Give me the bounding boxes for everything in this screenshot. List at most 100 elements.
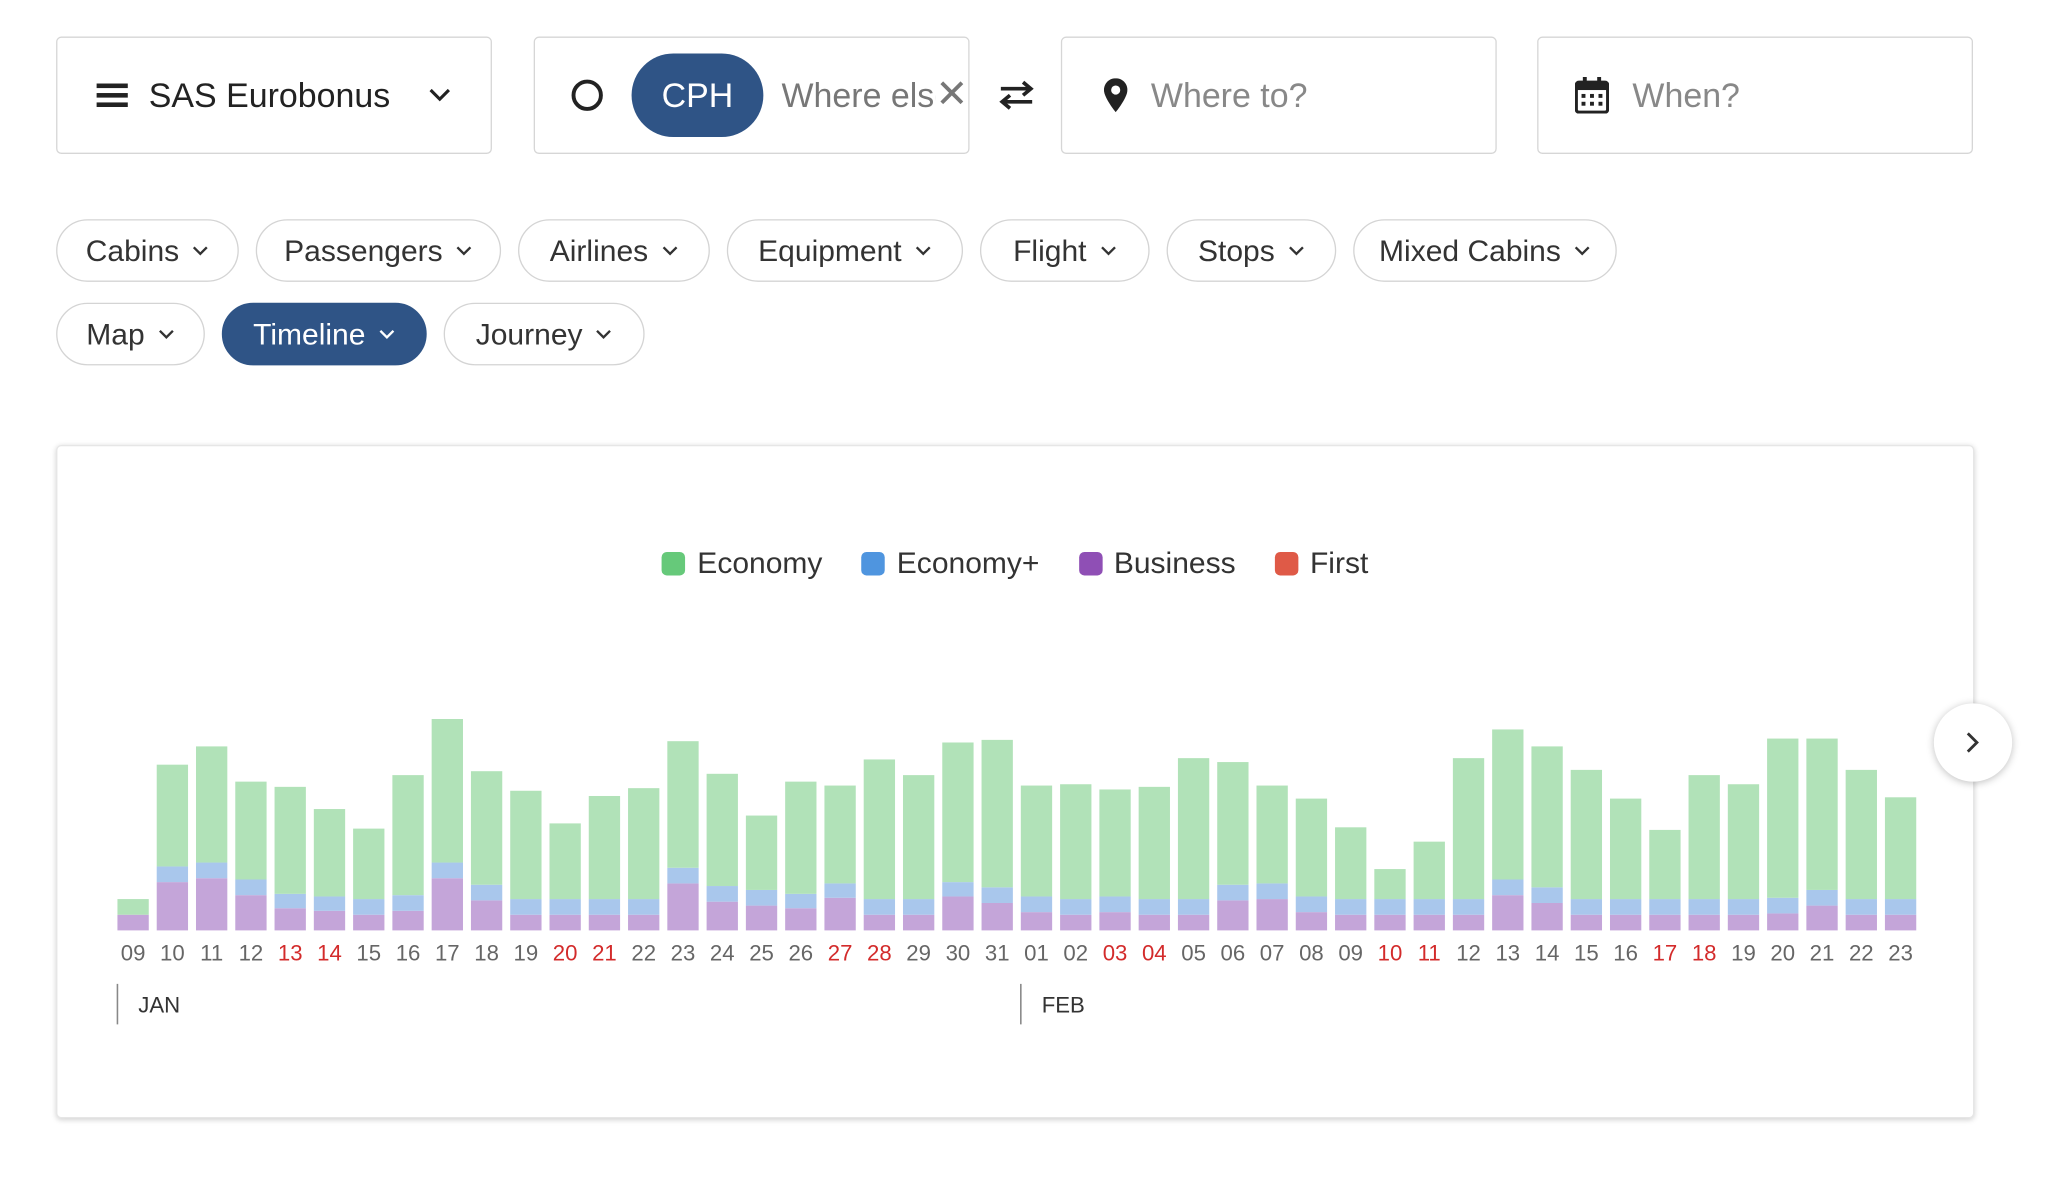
bar-stack-0[interactable] [117, 899, 149, 931]
bar-economy-plus[interactable] [1138, 899, 1170, 915]
bar-economy-plus[interactable] [313, 896, 346, 911]
bar-business[interactable] [1806, 905, 1838, 931]
bar-economy-plus[interactable] [628, 899, 660, 915]
bar-stack-22[interactable] [981, 739, 1013, 931]
bar-stack-4[interactable] [274, 786, 306, 931]
bar-economy[interactable] [1845, 769, 1877, 900]
bar-economy[interactable] [863, 759, 896, 900]
bar-economy-plus[interactable] [1845, 899, 1877, 915]
bar-economy[interactable] [1099, 789, 1131, 897]
bar-economy[interactable] [1531, 746, 1563, 888]
filter-passengers[interactable]: Passengers [255, 219, 502, 282]
bar-business[interactable] [902, 914, 935, 931]
bar-economy[interactable] [549, 823, 581, 900]
bar-business[interactable] [745, 905, 778, 931]
bar-business[interactable] [313, 910, 346, 931]
program-selector[interactable]: SAS Eurobonus [56, 36, 492, 154]
origin-chip[interactable]: CPH [631, 53, 764, 138]
bar-stack-27[interactable] [1177, 758, 1210, 931]
bar-economy-plus[interactable] [1256, 883, 1288, 900]
bar-stack-5[interactable] [313, 809, 346, 931]
bar-business[interactable] [235, 895, 267, 931]
bar-business[interactable] [1413, 914, 1445, 931]
clear-origin-icon[interactable]: ✕ [935, 75, 968, 115]
bar-economy-plus[interactable] [195, 862, 228, 879]
bar-stack-32[interactable] [1374, 869, 1406, 931]
bar-economy[interactable] [1727, 784, 1760, 900]
bar-economy[interactable] [1806, 738, 1838, 890]
origin-input[interactable] [781, 69, 936, 122]
bar-economy-plus[interactable] [1374, 899, 1406, 915]
bar-business[interactable] [431, 878, 463, 931]
bar-economy-plus[interactable] [1177, 899, 1210, 915]
bar-economy[interactable] [117, 899, 149, 915]
bar-economy-plus[interactable] [1217, 884, 1249, 901]
bar-business[interactable] [1060, 914, 1092, 931]
bar-economy-plus[interactable] [1570, 899, 1603, 915]
bar-business[interactable] [1138, 914, 1170, 931]
bar-economy[interactable] [785, 781, 817, 894]
bar-stack-8[interactable] [431, 718, 463, 931]
bar-economy-plus[interactable] [706, 886, 738, 902]
bar-business[interactable] [1845, 914, 1877, 931]
bar-stack-10[interactable] [510, 790, 542, 931]
bar-stack-37[interactable] [1570, 769, 1603, 931]
bar-economy[interactable] [1177, 758, 1210, 900]
bar-stack-14[interactable] [667, 741, 699, 931]
bar-economy-plus[interactable] [824, 883, 856, 898]
next-page-button[interactable] [1933, 703, 2013, 782]
bar-economy-plus[interactable] [1020, 896, 1053, 913]
bar-stack-36[interactable] [1531, 746, 1563, 931]
bar-stack-31[interactable] [1335, 827, 1367, 931]
bar-stack-6[interactable] [353, 828, 385, 931]
bar-stack-16[interactable] [745, 815, 778, 931]
bar-business[interactable] [195, 878, 228, 931]
bar-business[interactable] [1649, 914, 1681, 931]
bar-economy[interactable] [1688, 775, 1720, 900]
bar-economy-plus[interactable] [1806, 889, 1838, 906]
bar-economy-plus[interactable] [1452, 899, 1485, 915]
bar-stack-21[interactable] [942, 742, 974, 931]
bar-economy-plus[interactable] [588, 899, 621, 915]
filter-mixed-cabins[interactable]: Mixed Cabins [1353, 219, 1617, 282]
bar-economy-plus[interactable] [235, 879, 267, 896]
bar-economy[interactable] [392, 775, 424, 896]
bar-economy[interactable] [706, 773, 738, 887]
filter-airlines[interactable]: Airlines [518, 219, 710, 282]
view-journey[interactable]: Journey [443, 302, 645, 366]
bar-economy-plus[interactable] [1531, 887, 1563, 903]
bar-stack-13[interactable] [628, 788, 660, 931]
bar-economy-plus[interactable] [981, 887, 1013, 903]
bar-stack-7[interactable] [392, 775, 424, 931]
bar-economy-plus[interactable] [785, 893, 817, 909]
bar-economy-plus[interactable] [1688, 899, 1720, 915]
bar-business[interactable] [942, 896, 974, 931]
filter-equipment[interactable]: Equipment [726, 219, 964, 282]
bar-business[interactable] [1767, 913, 1799, 931]
bar-economy[interactable] [667, 741, 699, 868]
bar-stack-20[interactable] [902, 775, 935, 931]
bar-business[interactable] [1335, 914, 1367, 931]
bar-business[interactable] [1492, 895, 1524, 931]
bar-economy-plus[interactable] [1884, 899, 1917, 915]
bar-economy-plus[interactable] [1295, 896, 1328, 913]
bar-economy[interactable] [313, 809, 346, 897]
bar-economy[interactable] [1570, 769, 1603, 900]
bar-economy-plus[interactable] [431, 862, 463, 879]
bar-business[interactable] [549, 914, 581, 931]
bar-stack-15[interactable] [706, 773, 738, 931]
bar-business[interactable] [667, 883, 699, 931]
bar-stack-45[interactable] [1884, 797, 1917, 931]
bar-stack-25[interactable] [1099, 789, 1131, 931]
bar-economy-plus[interactable] [156, 866, 189, 883]
bar-stack-42[interactable] [1767, 738, 1799, 931]
bar-business[interactable] [392, 910, 424, 931]
bar-stack-24[interactable] [1060, 784, 1092, 931]
bar-economy[interactable] [588, 795, 621, 900]
bar-economy[interactable] [981, 739, 1013, 888]
bar-stack-18[interactable] [824, 785, 856, 931]
bar-economy-plus[interactable] [1099, 896, 1131, 913]
bar-economy-plus[interactable] [1335, 899, 1367, 915]
bar-business[interactable] [785, 908, 817, 931]
bar-stack-33[interactable] [1413, 841, 1445, 931]
